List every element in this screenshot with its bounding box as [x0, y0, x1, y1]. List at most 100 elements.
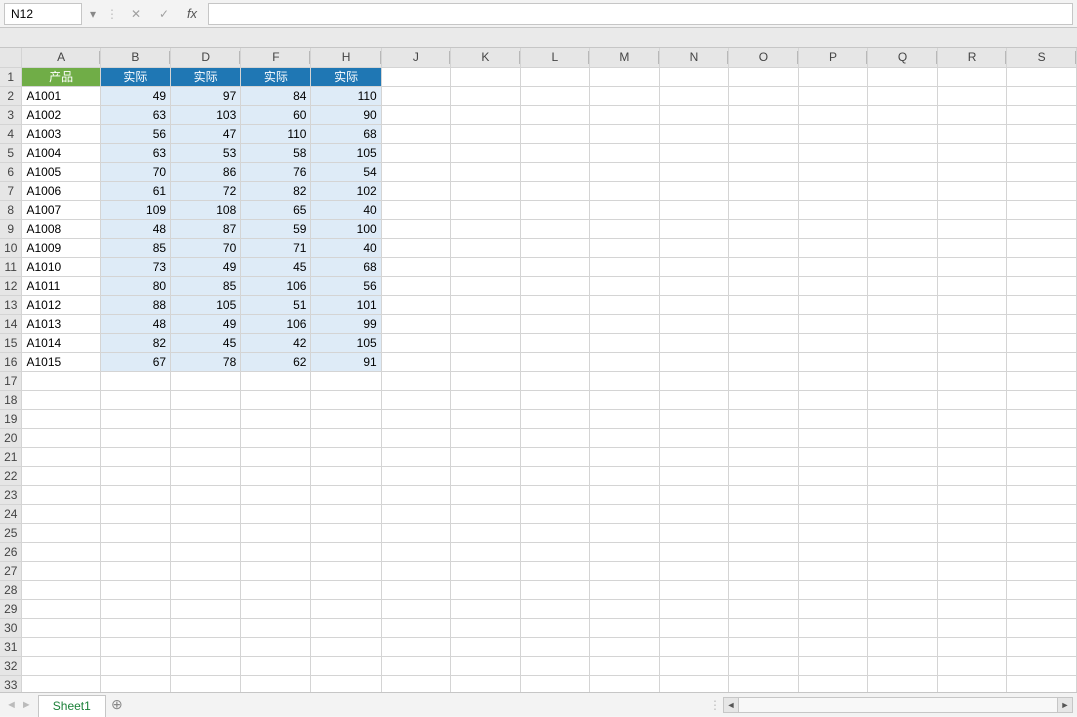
- cell-F8[interactable]: 65: [241, 200, 311, 219]
- cell-N15[interactable]: [659, 333, 729, 352]
- cell-F24[interactable]: [241, 504, 311, 523]
- cell-S31[interactable]: [1007, 637, 1077, 656]
- cell-H15[interactable]: 105: [311, 333, 381, 352]
- cell-J23[interactable]: [381, 485, 450, 504]
- cell-R26[interactable]: [937, 542, 1007, 561]
- cell-F10[interactable]: 71: [241, 238, 311, 257]
- cell-D24[interactable]: [171, 504, 241, 523]
- cell-F32[interactable]: [241, 656, 311, 675]
- cell-K21[interactable]: [451, 447, 521, 466]
- cell-B3[interactable]: 63: [100, 105, 170, 124]
- cell-K33[interactable]: [451, 675, 521, 692]
- cell-F20[interactable]: [241, 428, 311, 447]
- cell-L9[interactable]: [520, 219, 589, 238]
- cell-K18[interactable]: [451, 390, 521, 409]
- cell-J5[interactable]: [381, 143, 450, 162]
- cell-K30[interactable]: [451, 618, 521, 637]
- cell-N24[interactable]: [659, 504, 729, 523]
- cell-J15[interactable]: [381, 333, 450, 352]
- cell-Q29[interactable]: [868, 599, 938, 618]
- confirm-icon[interactable]: ✓: [152, 3, 176, 25]
- row-header-12[interactable]: 12: [0, 276, 22, 295]
- cell-L7[interactable]: [520, 181, 589, 200]
- cell-M2[interactable]: [590, 86, 660, 105]
- cell-R27[interactable]: [937, 561, 1007, 580]
- cell-F30[interactable]: [241, 618, 311, 637]
- cell-M16[interactable]: [590, 352, 660, 371]
- cell-Q31[interactable]: [868, 637, 938, 656]
- cell-N11[interactable]: [659, 257, 729, 276]
- cell-Q33[interactable]: [868, 675, 938, 692]
- cell-R19[interactable]: [937, 409, 1007, 428]
- cell-A13[interactable]: A1012: [22, 295, 100, 314]
- cell-S23[interactable]: [1007, 485, 1077, 504]
- cell-N31[interactable]: [659, 637, 729, 656]
- cell-J12[interactable]: [381, 276, 450, 295]
- cell-A19[interactable]: [22, 409, 100, 428]
- cell-R9[interactable]: [937, 219, 1007, 238]
- cell-M1[interactable]: [590, 67, 660, 86]
- cell-N21[interactable]: [659, 447, 729, 466]
- cell-L13[interactable]: [520, 295, 589, 314]
- cell-K23[interactable]: [451, 485, 521, 504]
- cell-L4[interactable]: [520, 124, 589, 143]
- cell-J7[interactable]: [381, 181, 450, 200]
- row-header-22[interactable]: 22: [0, 466, 22, 485]
- cell-H29[interactable]: [311, 599, 381, 618]
- cell-B25[interactable]: [100, 523, 170, 542]
- cell-H1[interactable]: 实际: [311, 67, 381, 86]
- cell-L27[interactable]: [520, 561, 589, 580]
- cell-P32[interactable]: [798, 656, 868, 675]
- cell-N26[interactable]: [659, 542, 729, 561]
- cell-P18[interactable]: [798, 390, 868, 409]
- cell-O7[interactable]: [729, 181, 799, 200]
- cell-H28[interactable]: [311, 580, 381, 599]
- cell-S3[interactable]: [1007, 105, 1077, 124]
- cell-F21[interactable]: [241, 447, 311, 466]
- cell-L8[interactable]: [520, 200, 589, 219]
- cell-S33[interactable]: [1007, 675, 1077, 692]
- cell-B8[interactable]: 109: [100, 200, 170, 219]
- column-header-P[interactable]: P: [798, 48, 868, 67]
- row-header-13[interactable]: 13: [0, 295, 22, 314]
- cell-L5[interactable]: [520, 143, 589, 162]
- cell-Q12[interactable]: [868, 276, 938, 295]
- cell-B20[interactable]: [100, 428, 170, 447]
- cell-N20[interactable]: [659, 428, 729, 447]
- row-header-16[interactable]: 16: [0, 352, 22, 371]
- cell-J28[interactable]: [381, 580, 450, 599]
- cell-O32[interactable]: [729, 656, 799, 675]
- cell-K25[interactable]: [451, 523, 521, 542]
- cell-A23[interactable]: [22, 485, 100, 504]
- cell-A6[interactable]: A1005: [22, 162, 100, 181]
- cell-B24[interactable]: [100, 504, 170, 523]
- cell-P25[interactable]: [798, 523, 868, 542]
- cell-A31[interactable]: [22, 637, 100, 656]
- cell-K28[interactable]: [451, 580, 521, 599]
- cell-Q18[interactable]: [868, 390, 938, 409]
- cell-M17[interactable]: [590, 371, 660, 390]
- cell-B15[interactable]: 82: [100, 333, 170, 352]
- cell-L19[interactable]: [520, 409, 589, 428]
- cell-P2[interactable]: [798, 86, 868, 105]
- cell-M24[interactable]: [590, 504, 660, 523]
- cell-P29[interactable]: [798, 599, 868, 618]
- cell-L28[interactable]: [520, 580, 589, 599]
- row-header-4[interactable]: 4: [0, 124, 22, 143]
- cell-D14[interactable]: 49: [171, 314, 241, 333]
- column-header-J[interactable]: J: [381, 48, 450, 67]
- cell-M31[interactable]: [590, 637, 660, 656]
- cell-O8[interactable]: [729, 200, 799, 219]
- cell-M33[interactable]: [590, 675, 660, 692]
- cell-A20[interactable]: [22, 428, 100, 447]
- column-header-A[interactable]: A: [22, 48, 100, 67]
- cell-B1[interactable]: 实际: [100, 67, 170, 86]
- cell-S1[interactable]: [1007, 67, 1077, 86]
- cell-R11[interactable]: [937, 257, 1007, 276]
- formula-input[interactable]: [208, 3, 1073, 25]
- cell-N3[interactable]: [659, 105, 729, 124]
- cell-R30[interactable]: [937, 618, 1007, 637]
- cell-D13[interactable]: 105: [171, 295, 241, 314]
- row-header-9[interactable]: 9: [0, 219, 22, 238]
- cell-N28[interactable]: [659, 580, 729, 599]
